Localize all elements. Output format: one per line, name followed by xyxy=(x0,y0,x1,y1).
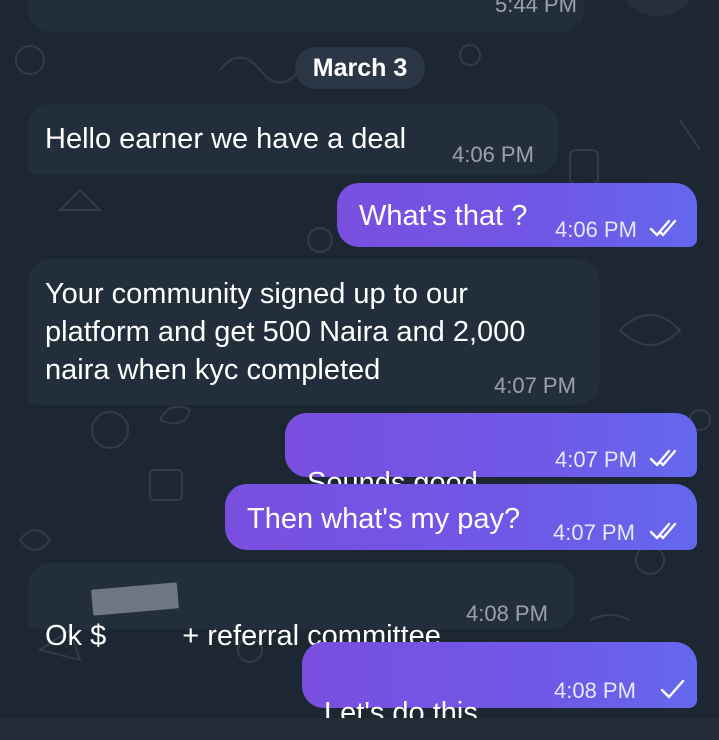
message-bubble-incoming[interactable]: Your community signed up to our platform… xyxy=(28,259,600,405)
previous-message-time: 5:44 PM xyxy=(495,0,577,17)
message-text: Your community signed up to our platform… xyxy=(45,278,526,386)
message-time: 4:07 PM xyxy=(494,373,576,398)
double-check-read-icon xyxy=(649,449,677,467)
double-check-read-icon xyxy=(649,522,677,540)
message-bubble-outgoing[interactable]: Then what's my pay? 4:07 PM xyxy=(225,484,697,550)
message-bubble-outgoing[interactable]: Let's do this 4:08 PM xyxy=(302,642,697,740)
message-time: 4:08 PM xyxy=(554,678,636,703)
message-bubble-outgoing[interactable]: Sounds good 4:07 PM xyxy=(285,413,697,538)
message-bubble-outgoing[interactable]: What's that ? 4:06 PM xyxy=(337,183,697,247)
message-time: 4:06 PM xyxy=(452,142,534,167)
message-time: 4:07 PM xyxy=(555,447,637,472)
double-check-read-icon xyxy=(649,219,677,237)
single-check-sent-icon xyxy=(660,679,685,699)
message-time: 4:06 PM xyxy=(555,217,637,242)
message-text-before: Ok $ xyxy=(45,620,107,652)
chat-screen: 5:44 PM March 3 Hello earner we have a d… xyxy=(0,0,719,740)
message-text: Then what's my pay? xyxy=(247,503,521,535)
date-separator: March 3 xyxy=(295,47,425,89)
message-text: Hello earner we have a deal xyxy=(45,123,407,155)
message-bubble-incoming[interactable]: Hello earner we have a deal 4:06 PM xyxy=(28,104,558,174)
message-text: What's that ? xyxy=(359,200,528,232)
message-time: 4:08 PM xyxy=(466,601,548,626)
message-time: 4:07 PM xyxy=(553,520,635,545)
input-bar-edge xyxy=(0,718,719,740)
